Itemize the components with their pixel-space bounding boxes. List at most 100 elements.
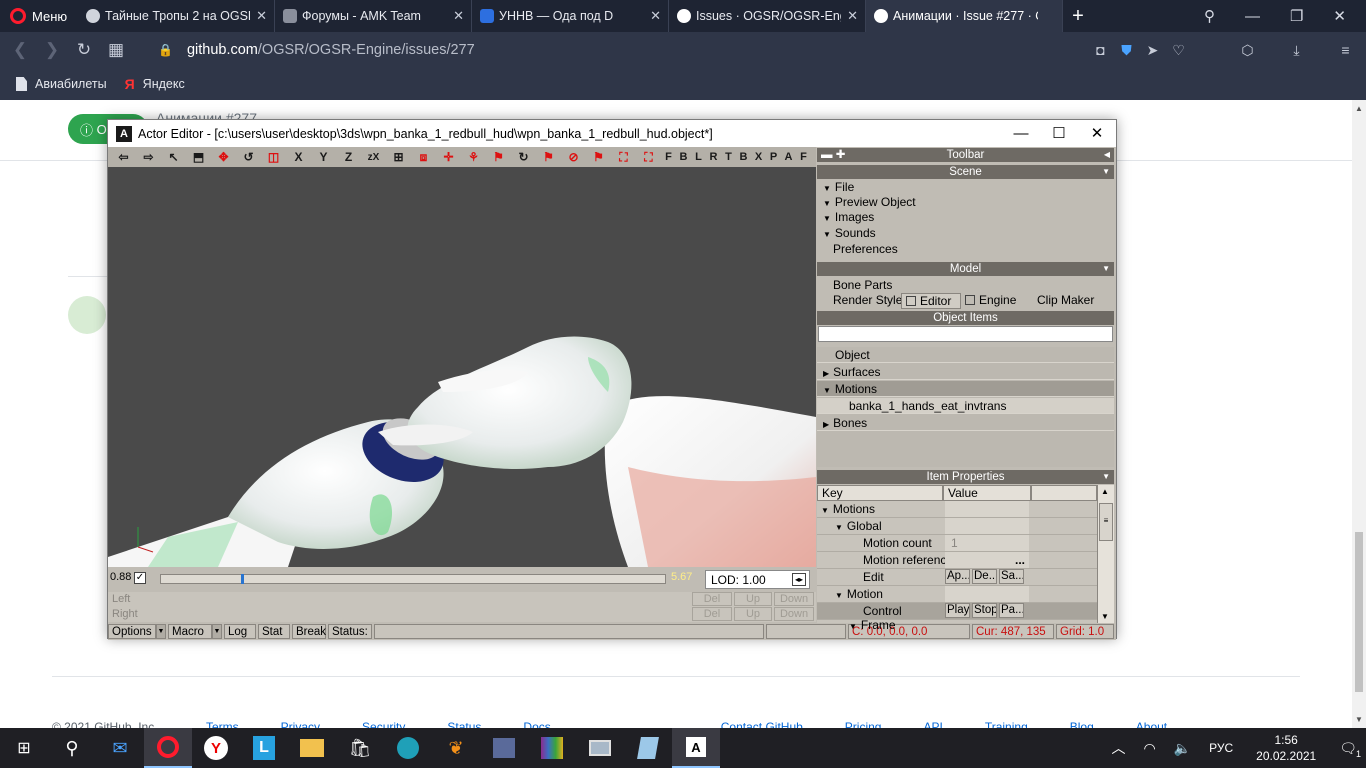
scroll-down-icon[interactable]: ▼ <box>1355 715 1363 724</box>
timeline-slider-thumb[interactable] <box>240 574 244 584</box>
forward-icon[interactable]: ❯ <box>36 40 68 60</box>
view-left[interactable]: L <box>691 148 706 166</box>
prop-row-global[interactable]: ▼ Global <box>817 518 1097 535</box>
scene-header[interactable]: Scene ▼ <box>817 165 1114 179</box>
wifi-icon[interactable]: ◠ <box>1143 740 1155 757</box>
view-front[interactable]: F <box>661 148 676 166</box>
taskbar-fl-studio[interactable]: ❦ <box>432 728 480 768</box>
toolbar-header[interactable]: ▬ ✚ Toolbar ◀ <box>817 148 1114 162</box>
shield-icon[interactable]: ⛊ <box>1120 42 1133 59</box>
scene-item-file[interactable]: ▼ File <box>823 180 854 194</box>
taskbar-l-app[interactable]: L <box>240 728 288 768</box>
bone-parts-button[interactable]: Bone Parts <box>833 278 892 292</box>
clip-maker-button[interactable]: Clip Maker <box>1037 293 1094 307</box>
tab-1[interactable]: Тайные Тропы 2 на OGSR ✕ <box>78 0 275 32</box>
tree-item-object[interactable]: Object <box>817 347 1114 363</box>
select-icon[interactable]: ↖ <box>161 148 186 166</box>
page-scrollbar[interactable]: ▲ ▼ <box>1352 100 1366 728</box>
right-del-button[interactable]: Del <box>692 607 732 621</box>
search-button[interactable]: ⚲ <box>48 728 96 768</box>
taskbar-mail[interactable]: ✉ <box>96 728 144 768</box>
tree-item-motions[interactable]: ▼ Motions <box>817 381 1114 397</box>
start-button[interactable]: ⊞ <box>0 728 48 768</box>
send-icon[interactable]: ➤ <box>1146 42 1159 59</box>
motion-reference-browse-button[interactable]: ... <box>945 552 1029 568</box>
grid-snap-icon[interactable]: ⧈ <box>411 148 436 166</box>
add-object-icon[interactable]: ⬒ <box>186 148 211 166</box>
minimize-icon[interactable]: — <box>1245 8 1260 25</box>
zoom-selected-icon[interactable]: ⛶ <box>636 148 661 166</box>
view-perspective[interactable]: P <box>766 148 781 166</box>
volume-icon[interactable]: 🔈 <box>1174 740 1191 757</box>
view-top[interactable]: T <box>721 148 736 166</box>
tab-3[interactable]: УННВ — Ода под D ✕ <box>472 0 669 32</box>
minimize-icon[interactable]: — <box>1002 120 1040 147</box>
render-style-editor-option[interactable]: Editor <box>901 293 961 309</box>
taskbar-actor-editor[interactable]: A <box>672 728 720 768</box>
scene-item-images[interactable]: ▼ Images <box>823 210 874 224</box>
notification-icon[interactable]: 🗨 1 <box>1339 740 1361 759</box>
angle-snap-icon[interactable]: ⚑ <box>486 148 511 166</box>
axis-y-lock[interactable]: Y <box>311 148 336 166</box>
vertex-snap-icon[interactable]: ✛ <box>436 148 461 166</box>
break-button[interactable]: Break <box>292 624 326 639</box>
taskbar-app-monitor[interactable] <box>576 728 624 768</box>
chevron-up-icon[interactable]: ︿ <box>1111 738 1125 758</box>
download-icon[interactable]: ⤓ <box>1290 42 1303 59</box>
axis-z-lock[interactable]: Z <box>336 148 361 166</box>
opera-menu-button[interactable]: Меню <box>0 0 78 32</box>
scale-icon[interactable]: ◫ <box>261 148 286 166</box>
close-icon[interactable]: ✕ <box>1333 7 1346 25</box>
taskbar-explorer[interactable] <box>288 728 336 768</box>
model-header[interactable]: Model ▼ <box>817 262 1114 276</box>
new-tab-button[interactable]: + <box>1063 5 1093 28</box>
left-up-button[interactable]: Up <box>734 592 772 606</box>
stop-button[interactable]: Stop <box>972 603 997 618</box>
timeline-loop-checkbox[interactable]: ✓ <box>134 572 146 584</box>
prop-row-motion-reference[interactable]: Motion reference ... <box>817 552 1097 569</box>
view-right[interactable]: R <box>706 148 721 166</box>
prop-row-frame[interactable]: ▼ Frame <box>817 618 1097 632</box>
taskbar-edge[interactable] <box>384 728 432 768</box>
close-tab-icon[interactable]: ✕ <box>650 8 661 24</box>
camera-icon[interactable]: ◘ <box>1094 42 1107 58</box>
right-down-button[interactable]: Down <box>774 607 814 621</box>
play-button[interactable]: Play <box>945 603 970 618</box>
scene-item-preferences[interactable]: Preferences <box>833 242 898 256</box>
clock[interactable]: 1:56 20.02.2021 <box>1256 732 1316 764</box>
magnet-icon[interactable]: ⚘ <box>461 148 486 166</box>
scene-item-preview-object[interactable]: ▼ Preview Object <box>823 195 916 209</box>
tab-5-active[interactable]: Анимации · Issue #277 · O <box>866 0 1063 32</box>
window-title-bar[interactable]: A Actor Editor - [c:\users\user\desktop\… <box>108 120 1116 147</box>
caret-down-icon[interactable]: ▼ <box>1102 470 1110 484</box>
zoom-extents-icon[interactable]: ⛶ <box>611 148 636 166</box>
move-icon[interactable]: ✥ <box>211 148 236 166</box>
tree-item-motion-clip[interactable]: banka_1_hands_eat_invtrans <box>817 398 1114 414</box>
collapse-icon[interactable]: ▬ ✚ <box>821 148 845 162</box>
tab-2[interactable]: Форумы - AMK Team ✕ <box>275 0 472 32</box>
close-tab-icon[interactable]: ✕ <box>453 8 464 24</box>
prop-row-motions[interactable]: ▼ Motions <box>817 501 1097 518</box>
scroll-down-icon[interactable]: ▼ <box>1101 612 1109 621</box>
object-items-header[interactable]: Object Items <box>817 311 1114 325</box>
tree-item-surfaces[interactable]: ▶ Surfaces <box>817 364 1114 380</box>
lock-icon[interactable]: 🔒 <box>158 43 173 57</box>
caret-down-icon[interactable]: ▼ <box>1102 262 1110 276</box>
avatar[interactable] <box>68 296 106 334</box>
stat-button[interactable]: Stat <box>258 624 290 639</box>
scroll-up-icon[interactable]: ▲ <box>1101 487 1109 496</box>
csg-icon[interactable]: ⚑ <box>536 148 561 166</box>
search-icon[interactable]: ⚲ <box>1204 7 1215 25</box>
save-motion-button[interactable]: Sa... <box>999 569 1024 584</box>
pause-button[interactable]: Pa... <box>999 603 1024 618</box>
scrollbar-thumb[interactable] <box>1355 532 1363 692</box>
axis-x-lock[interactable]: X <box>286 148 311 166</box>
axis-zx-lock[interactable]: zX <box>361 148 386 166</box>
input-language[interactable]: РУС <box>1209 741 1233 755</box>
taskbar-yandex[interactable]: Y <box>192 728 240 768</box>
view-bottom[interactable]: B <box>736 148 751 166</box>
macro-button[interactable]: Macro <box>168 624 212 639</box>
lod-field[interactable]: LOD: 1.00 ◂▸ <box>705 570 810 589</box>
left-del-button[interactable]: Del <box>692 592 732 606</box>
back-icon[interactable]: ❮ <box>4 40 36 60</box>
